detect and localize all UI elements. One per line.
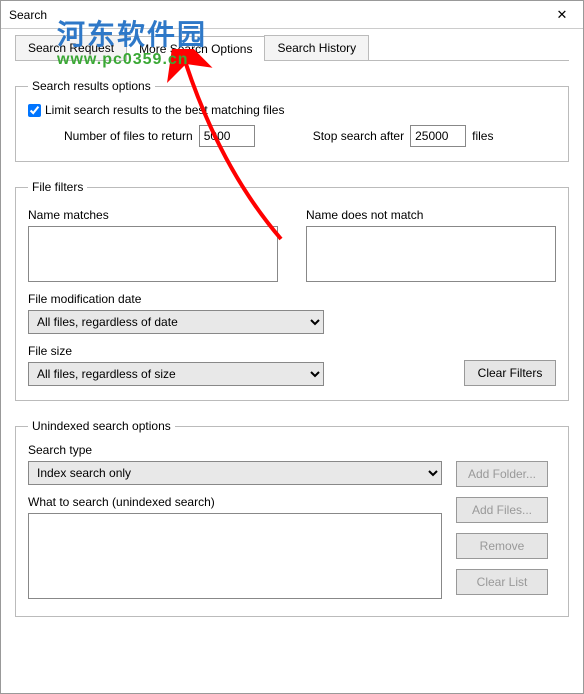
limit-results-label: Limit search results to the best matchin… <box>45 103 284 117</box>
files-suffix: files <box>472 129 493 143</box>
mod-date-select[interactable]: All files, regardless of date <box>28 310 324 334</box>
tab-search-history[interactable]: Search History <box>264 35 369 60</box>
name-matches-label: Name matches <box>28 208 278 222</box>
search-type-label: Search type <box>28 443 442 457</box>
stop-after-input[interactable] <box>410 125 466 147</box>
stop-after-label: Stop search after <box>313 129 404 143</box>
unindexed-legend: Unindexed search options <box>28 419 175 433</box>
file-filters-legend: File filters <box>28 180 87 194</box>
window-title: Search <box>9 8 541 22</box>
limit-results-checkbox[interactable] <box>28 104 41 117</box>
name-not-match-label: Name does not match <box>306 208 556 222</box>
close-icon[interactable]: ✕ <box>541 1 583 29</box>
tab-more-search-options[interactable]: More Search Options <box>126 36 265 61</box>
add-folder-button[interactable]: Add Folder... <box>456 461 548 487</box>
name-not-match-input[interactable] <box>306 226 556 282</box>
clear-list-button[interactable]: Clear List <box>456 569 548 595</box>
tab-bar: Search Request More Search Options Searc… <box>15 35 569 61</box>
num-files-input[interactable] <box>199 125 255 147</box>
num-files-label: Number of files to return <box>64 129 193 143</box>
add-files-button[interactable]: Add Files... <box>456 497 548 523</box>
mod-date-label: File modification date <box>28 292 556 306</box>
file-size-select[interactable]: All files, regardless of size <box>28 362 324 386</box>
search-results-legend: Search results options <box>28 79 155 93</box>
search-results-options-group: Search results options Limit search resu… <box>15 79 569 162</box>
file-size-label: File size <box>28 344 324 358</box>
unindexed-options-group: Unindexed search options Search type Ind… <box>15 419 569 617</box>
what-to-search-list[interactable] <box>28 513 442 599</box>
search-type-select[interactable]: Index search only <box>28 461 442 485</box>
name-matches-input[interactable] <box>28 226 278 282</box>
what-to-search-label: What to search (unindexed search) <box>28 495 442 509</box>
clear-filters-button[interactable]: Clear Filters <box>464 360 556 386</box>
remove-button[interactable]: Remove <box>456 533 548 559</box>
file-filters-group: File filters Name matches Name does not … <box>15 180 569 401</box>
tab-search-request[interactable]: Search Request <box>15 35 127 60</box>
